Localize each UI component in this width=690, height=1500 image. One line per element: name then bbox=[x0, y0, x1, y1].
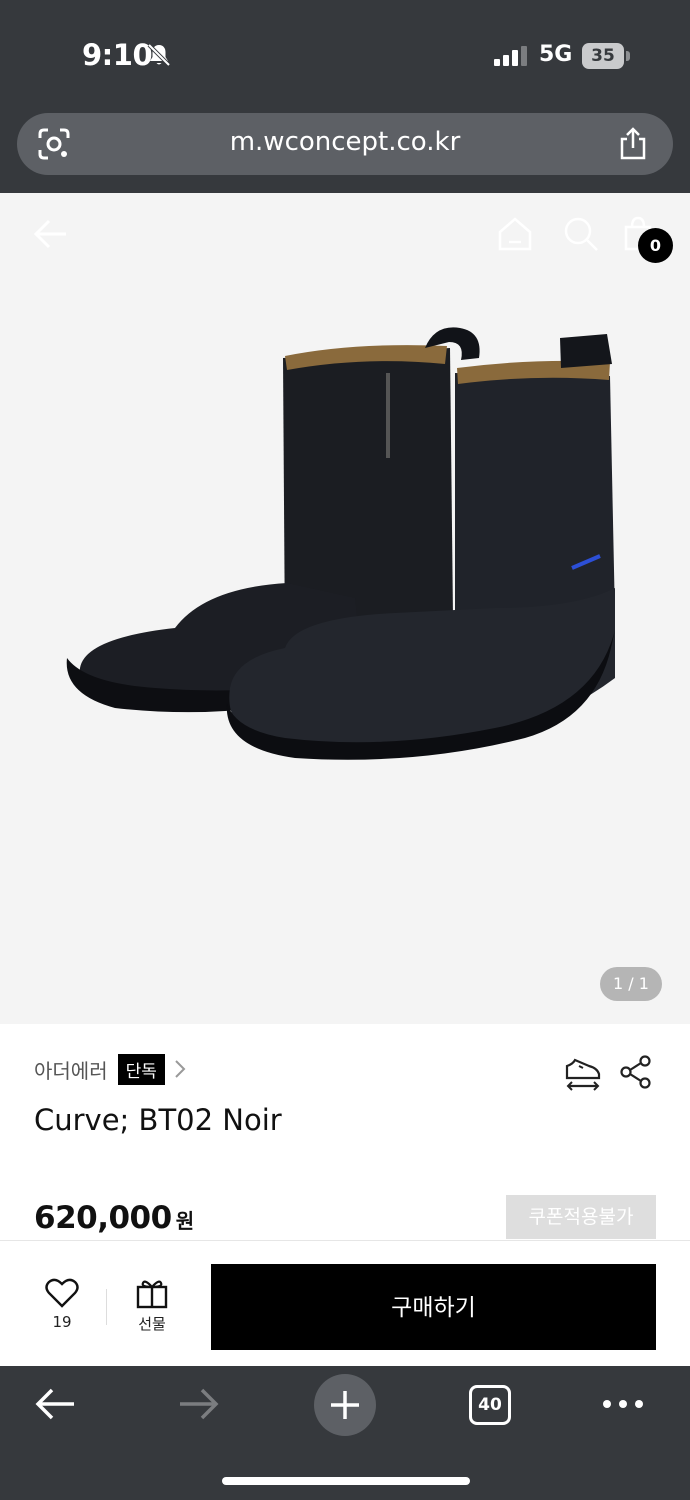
browser-top-chrome: 9:10 5G 35 m.wconcept.co.kr bbox=[0, 0, 690, 193]
gift-label: 선물 bbox=[138, 1315, 166, 1333]
coupon-unavailable-button: 쿠폰적용불가 bbox=[506, 1195, 656, 1239]
bell-slash-icon bbox=[147, 43, 171, 67]
home-icon[interactable] bbox=[496, 215, 534, 253]
price-value: 620,000 bbox=[34, 1200, 172, 1236]
purchase-bar: 19 선물 구매하기 bbox=[0, 1240, 690, 1366]
like-button[interactable]: 19 bbox=[34, 1277, 90, 1341]
more-icon[interactable] bbox=[601, 1396, 645, 1412]
new-tab-button[interactable] bbox=[314, 1374, 376, 1436]
back-arrow-icon[interactable] bbox=[34, 1386, 76, 1422]
search-icon[interactable] bbox=[562, 215, 600, 253]
exclusive-badge: 단독 bbox=[117, 1053, 165, 1085]
back-arrow-icon[interactable] bbox=[32, 215, 70, 253]
share-icon[interactable] bbox=[617, 127, 649, 161]
price-row: 620,000 원 bbox=[34, 1200, 194, 1236]
gift-icon[interactable] bbox=[135, 1277, 169, 1309]
battery-indicator: 35 bbox=[582, 43, 630, 69]
share-nodes-icon[interactable] bbox=[618, 1054, 654, 1090]
home-indicator bbox=[222, 1477, 470, 1485]
battery-level: 35 bbox=[582, 43, 624, 69]
like-count: 19 bbox=[52, 1313, 72, 1331]
brand-name[interactable]: 아더에러 bbox=[34, 1055, 108, 1084]
network-type: 5G bbox=[539, 42, 573, 67]
url-bar[interactable]: m.wconcept.co.kr bbox=[17, 113, 673, 175]
price-currency: 원 bbox=[175, 1209, 195, 1233]
product-title: Curve; BT02 Noir bbox=[34, 1103, 282, 1137]
buy-button[interactable]: 구매하기 bbox=[211, 1264, 656, 1350]
brand-link[interactable]: 아더에러 단독 bbox=[34, 1053, 187, 1085]
chevron-right-icon[interactable] bbox=[173, 1059, 187, 1079]
cart-count-badge: 0 bbox=[638, 228, 673, 263]
image-counter: 1 / 1 bbox=[600, 967, 662, 1001]
forward-arrow-icon[interactable] bbox=[178, 1386, 220, 1422]
signal-icon bbox=[494, 46, 527, 66]
status-time: 9:10 bbox=[82, 38, 153, 72]
product-image[interactable] bbox=[55, 318, 635, 778]
battery-tip bbox=[626, 51, 630, 61]
divider bbox=[106, 1289, 107, 1325]
plus-icon[interactable] bbox=[328, 1388, 362, 1422]
browser-bottom-toolbar: 40 bbox=[0, 1366, 690, 1500]
heart-icon[interactable] bbox=[45, 1277, 79, 1309]
gift-button[interactable]: 선물 bbox=[124, 1277, 180, 1341]
size-guide-icon[interactable] bbox=[563, 1054, 603, 1094]
product-image-gallery[interactable]: 0 1 / 1 bbox=[0, 193, 690, 1024]
tabs-count-button[interactable]: 40 bbox=[469, 1385, 511, 1425]
url-text[interactable]: m.wconcept.co.kr bbox=[17, 127, 673, 157]
